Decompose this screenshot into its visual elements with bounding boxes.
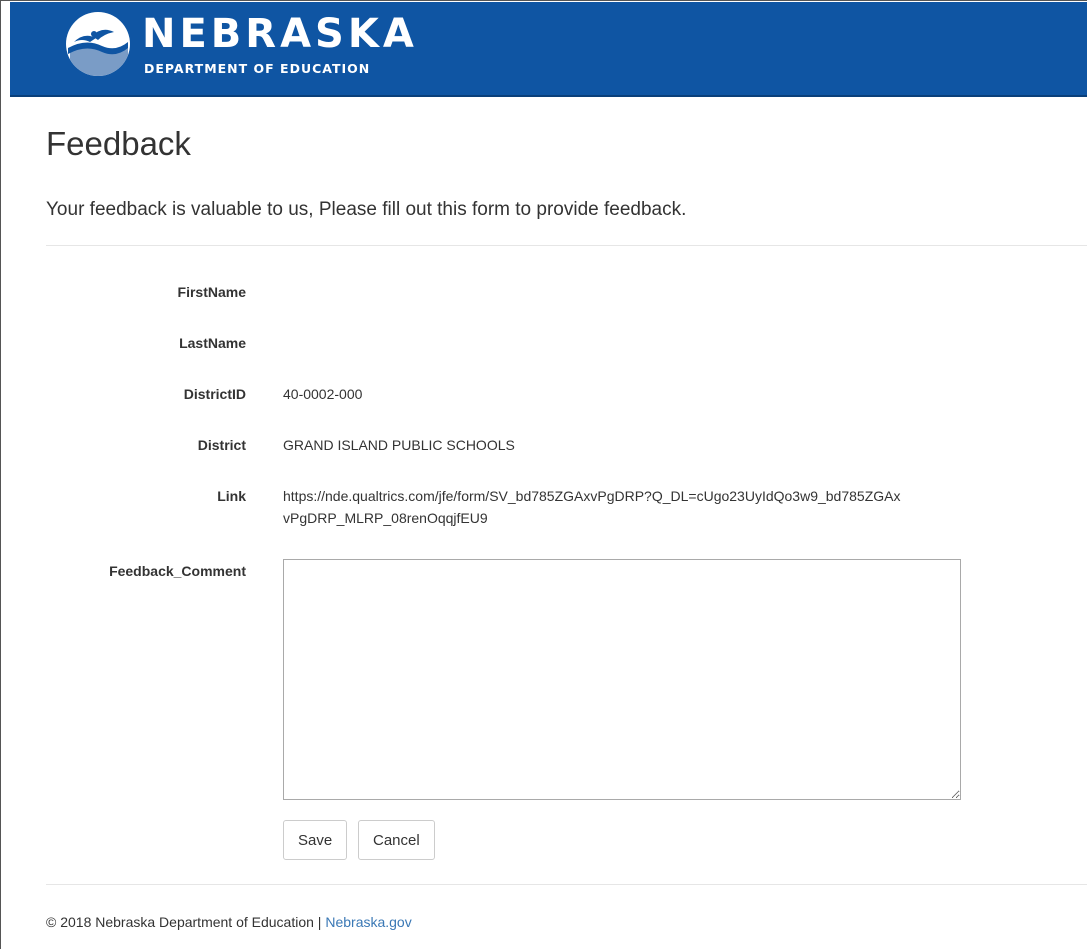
page-frame: NEBRASKA DEPARTMENT OF EDUCATION Feedbac… bbox=[0, 0, 1087, 949]
district-label: District bbox=[197, 437, 246, 453]
logo-subtitle: DEPARTMENT OF EDUCATION bbox=[144, 61, 371, 76]
feedback-comment-label: Feedback_Comment bbox=[109, 563, 246, 579]
district-id-label: DistrictID bbox=[183, 386, 246, 402]
link-label: Link bbox=[217, 488, 246, 504]
site-header: NEBRASKA DEPARTMENT OF EDUCATION bbox=[10, 2, 1087, 97]
divider-top bbox=[46, 245, 1087, 246]
divider-bottom bbox=[46, 884, 1087, 885]
intro-text: Your feedback is valuable to us, Please … bbox=[46, 199, 687, 220]
link-value: https://nde.qualtrics.com/jfe/form/SV_bd… bbox=[283, 488, 901, 526]
cancel-button[interactable]: Cancel bbox=[358, 820, 435, 860]
save-button[interactable]: Save bbox=[283, 820, 348, 860]
last-name-label: LastName bbox=[179, 335, 246, 351]
first-name-label: FirstName bbox=[177, 284, 246, 300]
district-value: GRAND ISLAND PUBLIC SCHOOLS bbox=[283, 437, 515, 453]
nebraska-education-logo-icon[interactable] bbox=[66, 12, 130, 76]
logo-bird-icon bbox=[68, 29, 128, 76]
nebraska-gov-link[interactable]: Nebraska.gov bbox=[325, 914, 411, 930]
page-title: Feedback bbox=[46, 125, 191, 162]
feedback-comment-textarea[interactable] bbox=[283, 559, 961, 800]
footer: © 2018 Nebraska Department of Education … bbox=[46, 912, 412, 932]
district-id-value: 40-0002-000 bbox=[283, 386, 363, 402]
footer-copyright: © 2018 Nebraska Department of Education … bbox=[46, 914, 326, 930]
logo-title: NEBRASKA bbox=[142, 11, 418, 57]
